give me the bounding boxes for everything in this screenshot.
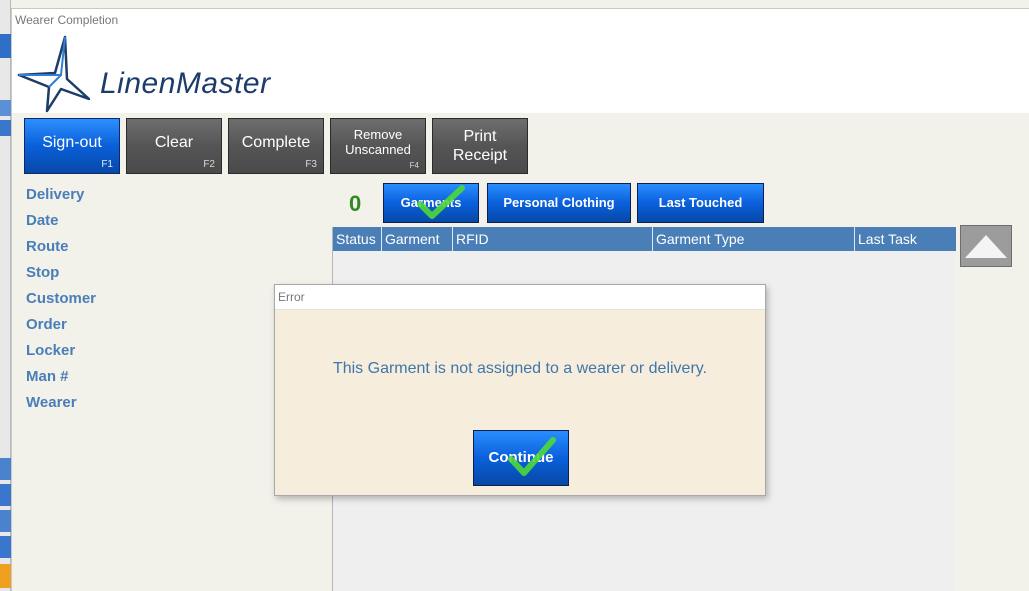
- field-label-route: Route: [26, 238, 69, 255]
- sign-out-button[interactable]: Sign-out F1: [24, 118, 120, 174]
- column-header-rfid[interactable]: RFID: [453, 227, 653, 251]
- continue-button[interactable]: Continue: [473, 430, 569, 486]
- last-touched-filter-label: Last Touched: [658, 195, 743, 210]
- garment-count: 0: [349, 191, 362, 216]
- dialog-titlebar: Error: [275, 285, 765, 310]
- print-receipt-button[interactable]: Print Receipt: [432, 118, 528, 174]
- background-window-edge: [0, 0, 11, 591]
- personal-clothing-filter-label: Personal Clothing: [503, 195, 615, 210]
- garments-filter-label: Garments: [400, 195, 462, 210]
- garments-filter-button[interactable]: Garments: [383, 183, 479, 223]
- dialog-title: Error: [278, 290, 305, 304]
- window-title: Wearer Completion: [15, 13, 119, 27]
- remove-label-line1: Remove: [353, 127, 403, 142]
- sign-out-shortcut: F1: [101, 159, 113, 170]
- complete-button[interactable]: Complete F3: [228, 118, 324, 174]
- sign-out-label: Sign-out: [42, 134, 102, 151]
- personal-clothing-filter-button[interactable]: Personal Clothing: [487, 183, 631, 223]
- triangle-up-icon: [965, 235, 1007, 258]
- remove-unscanned-button[interactable]: Remove Unscanned F4: [330, 118, 426, 174]
- remove-label-line2: Unscanned: [345, 142, 411, 157]
- print-label-line1: Print: [463, 128, 497, 145]
- scroll-up-button[interactable]: [960, 225, 1012, 267]
- print-label-line2: Receipt: [452, 147, 508, 164]
- complete-shortcut: F3: [305, 159, 317, 170]
- field-label-delivery: Delivery: [26, 186, 85, 203]
- error-dialog: Error This Garment is not assigned to a …: [274, 284, 766, 496]
- field-label-man-number: Man #: [26, 368, 69, 385]
- remove-shortcut: F4: [409, 161, 419, 170]
- clear-button[interactable]: Clear F2: [126, 118, 222, 174]
- error-message: This Garment is not assigned to a wearer…: [332, 360, 708, 377]
- window-header: Wearer Completion LinenMaster: [12, 9, 1029, 113]
- column-header-garment-type[interactable]: Garment Type: [653, 227, 855, 251]
- grid-header-row: Status Garment RFID Garment Type Last Ta…: [333, 227, 956, 251]
- field-label-stop: Stop: [26, 264, 60, 281]
- logo-text: LinenMaster: [100, 67, 271, 100]
- last-touched-filter-button[interactable]: Last Touched: [637, 183, 764, 223]
- clear-label: Clear: [154, 134, 194, 151]
- complete-label: Complete: [241, 134, 311, 151]
- column-header-status[interactable]: Status: [333, 227, 382, 251]
- column-header-garment[interactable]: Garment: [382, 227, 453, 251]
- field-label-date: Date: [26, 212, 59, 229]
- field-label-wearer: Wearer: [26, 394, 77, 411]
- clear-shortcut: F2: [203, 159, 215, 170]
- linenmaster-star-logo: [17, 35, 91, 113]
- field-label-customer: Customer: [26, 290, 97, 307]
- field-label-locker: Locker: [26, 342, 76, 359]
- column-header-last-task[interactable]: Last Task: [855, 227, 956, 251]
- continue-label: Continue: [488, 449, 554, 466]
- field-label-order: Order: [26, 316, 67, 333]
